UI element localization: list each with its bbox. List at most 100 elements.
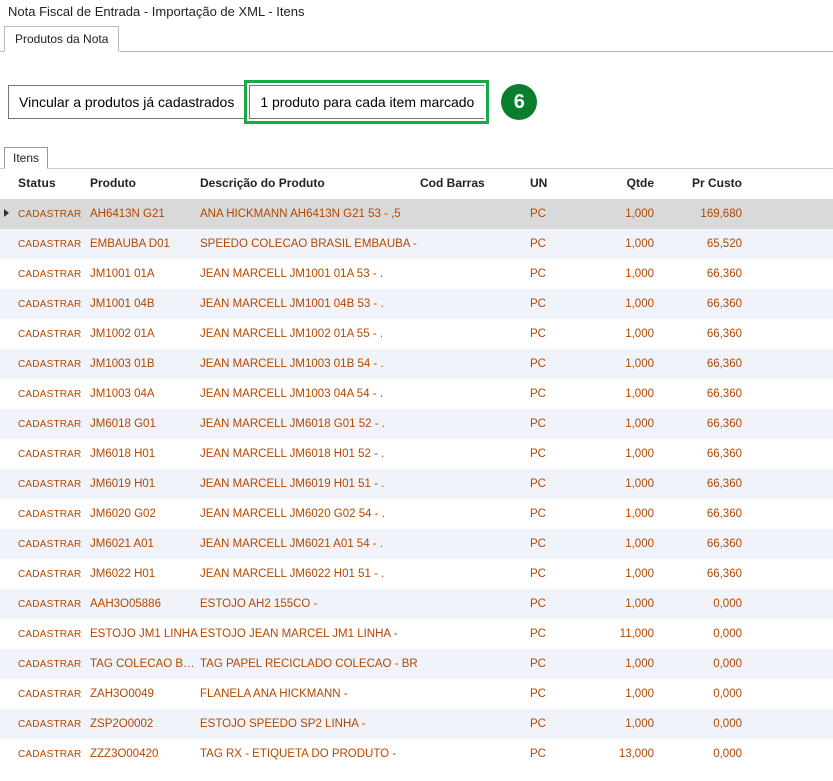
descricao-cell[interactable]: ESTOJO SPEEDO SP2 LINHA -: [200, 718, 420, 730]
table-row[interactable]: CADASTRARTAG COLECAO BRASTAG PAPEL RECIC…: [0, 649, 833, 679]
produto-cell[interactable]: JM6020 G02: [90, 508, 200, 520]
produto-cell[interactable]: EMBAUBA D01: [90, 238, 200, 250]
status-cell[interactable]: CADASTRAR: [18, 299, 90, 310]
qtde-cell: 1,000: [590, 418, 670, 430]
produto-cell[interactable]: JM6019 H01: [90, 478, 200, 490]
produto-cell[interactable]: ZSP2O0002: [90, 718, 200, 730]
produto-cell[interactable]: JM1003 04A: [90, 388, 200, 400]
col-header-qtde[interactable]: Qtde: [590, 176, 670, 190]
pr-custo-cell: 66,360: [670, 508, 750, 520]
col-header-produto[interactable]: Produto: [90, 176, 200, 190]
col-header-un[interactable]: UN: [530, 176, 590, 190]
un-cell: PC: [530, 718, 590, 730]
table-row[interactable]: CADASTRARAH6413N G21ANA HICKMANN AH6413N…: [0, 199, 833, 229]
produto-cell[interactable]: JM1001 04B: [90, 298, 200, 310]
status-cell[interactable]: CADASTRAR: [18, 599, 90, 610]
descricao-cell[interactable]: TAG RX - ETIQUETA DO PRODUTO -: [200, 748, 420, 760]
descricao-cell[interactable]: JEAN MARCELL JM1002 01A 55 - .: [200, 328, 420, 340]
un-cell: PC: [530, 628, 590, 640]
table-row[interactable]: CADASTRARJM6018 H01JEAN MARCELL JM6018 H…: [0, 439, 833, 469]
status-cell[interactable]: CADASTRAR: [18, 749, 90, 760]
produto-cell[interactable]: TAG COLECAO BRAS: [90, 658, 200, 670]
table-row[interactable]: CADASTRAREMBAUBA D01SPEEDO COLECAO BRASI…: [0, 229, 833, 259]
qtde-cell: 1,000: [590, 298, 670, 310]
status-cell[interactable]: CADASTRAR: [18, 209, 90, 220]
status-cell[interactable]: CADASTRAR: [18, 689, 90, 700]
descricao-cell[interactable]: ESTOJO AH2 155CO -: [200, 598, 420, 610]
col-header-status[interactable]: Status: [18, 176, 90, 190]
status-cell[interactable]: CADASTRAR: [18, 569, 90, 580]
descricao-cell[interactable]: FLANELA ANA HICKMANN -: [200, 688, 420, 700]
descricao-cell[interactable]: JEAN MARCELL JM6020 G02 54 - .: [200, 508, 420, 520]
status-cell[interactable]: CADASTRAR: [18, 449, 90, 460]
status-cell[interactable]: CADASTRAR: [18, 659, 90, 670]
table-row[interactable]: CADASTRARJM6020 G02JEAN MARCELL JM6020 G…: [0, 499, 833, 529]
produto-cell[interactable]: JM6021 A01: [90, 538, 200, 550]
produto-cell[interactable]: ZAH3O0049: [90, 688, 200, 700]
qtde-cell: 1,000: [590, 448, 670, 460]
un-cell: PC: [530, 508, 590, 520]
status-cell[interactable]: CADASTRAR: [18, 539, 90, 550]
descricao-cell[interactable]: JEAN MARCELL JM6018 G01 52 - .: [200, 418, 420, 430]
status-cell[interactable]: CADASTRAR: [18, 419, 90, 430]
produto-cell[interactable]: JM1003 01B: [90, 358, 200, 370]
table-row[interactable]: CADASTRARJM6019 H01JEAN MARCELL JM6019 H…: [0, 469, 833, 499]
status-cell[interactable]: CADASTRAR: [18, 479, 90, 490]
produto-cell[interactable]: JM1002 01A: [90, 328, 200, 340]
produto-cell[interactable]: JM6018 H01: [90, 448, 200, 460]
produto-cell[interactable]: JM6022 H01: [90, 568, 200, 580]
descricao-cell[interactable]: SPEEDO COLECAO BRASIL EMBAUBA -: [200, 238, 420, 250]
link-products-button[interactable]: Vincular a produtos já cadastrados: [8, 85, 244, 119]
descricao-cell[interactable]: TAG PAPEL RECICLADO COLECAO - BR: [200, 658, 420, 670]
qtde-cell: 1,000: [590, 508, 670, 520]
table-row[interactable]: CADASTRARJM6018 G01JEAN MARCELL JM6018 G…: [0, 409, 833, 439]
descricao-cell[interactable]: ESTOJO JEAN MARCEL JM1 LINHA -: [200, 628, 420, 640]
produto-cell[interactable]: JM6018 G01: [90, 418, 200, 430]
status-cell[interactable]: CADASTRAR: [18, 329, 90, 340]
col-header-descricao[interactable]: Descrição do Produto: [200, 176, 420, 190]
produto-cell[interactable]: AAH3O05886: [90, 598, 200, 610]
table-row[interactable]: CADASTRARZSP2O0002ESTOJO SPEEDO SP2 LINH…: [0, 709, 833, 739]
table-row[interactable]: CADASTRARJM1003 01BJEAN MARCELL JM1003 0…: [0, 349, 833, 379]
descricao-cell[interactable]: JEAN MARCELL JM1001 04B 53 - .: [200, 298, 420, 310]
status-cell[interactable]: CADASTRAR: [18, 629, 90, 640]
table-row[interactable]: CADASTRARJM6021 A01JEAN MARCELL JM6021 A…: [0, 529, 833, 559]
status-cell[interactable]: CADASTRAR: [18, 389, 90, 400]
status-cell[interactable]: CADASTRAR: [18, 239, 90, 250]
descricao-cell[interactable]: JEAN MARCELL JM6021 A01 54 - .: [200, 538, 420, 550]
produto-cell[interactable]: JM1001 01A: [90, 268, 200, 280]
table-row[interactable]: CADASTRARJM1001 04BJEAN MARCELL JM1001 0…: [0, 289, 833, 319]
descricao-cell[interactable]: JEAN MARCELL JM1003 04A 54 - .: [200, 388, 420, 400]
qtde-cell: 1,000: [590, 658, 670, 670]
table-row[interactable]: CADASTRARZAH3O0049FLANELA ANA HICKMANN -…: [0, 679, 833, 709]
pr-custo-cell: 66,360: [670, 478, 750, 490]
col-header-pr-custo[interactable]: Pr Custo: [670, 176, 750, 190]
status-cell[interactable]: CADASTRAR: [18, 269, 90, 280]
produto-cell[interactable]: ZZZ3O00420: [90, 748, 200, 760]
table-row[interactable]: CADASTRARJM1001 01AJEAN MARCELL JM1001 0…: [0, 259, 833, 289]
produto-cell[interactable]: AH6413N G21: [90, 208, 200, 220]
create-product-per-item-button[interactable]: 1 produto para cada item marcado: [249, 85, 484, 119]
descricao-cell[interactable]: JEAN MARCELL JM1001 01A 53 - .: [200, 268, 420, 280]
descricao-cell[interactable]: ANA HICKMANN AH6413N G21 53 - ,5: [200, 208, 420, 220]
descricao-cell[interactable]: JEAN MARCELL JM1003 01B 54 - .: [200, 358, 420, 370]
table-row[interactable]: CADASTRARZZZ3O00420TAG RX - ETIQUETA DO …: [0, 739, 833, 769]
qtde-cell: 11,000: [590, 628, 670, 640]
subtab-itens[interactable]: Itens: [4, 147, 48, 169]
col-header-cod-barras[interactable]: Cod Barras: [420, 176, 530, 190]
highlight-box: 1 produto para cada item marcado: [244, 80, 489, 124]
descricao-cell[interactable]: JEAN MARCELL JM6019 H01 51 - .: [200, 478, 420, 490]
table-row[interactable]: CADASTRARJM1002 01AJEAN MARCELL JM1002 0…: [0, 319, 833, 349]
table-row[interactable]: CADASTRARAAH3O05886ESTOJO AH2 155CO -PC1…: [0, 589, 833, 619]
produto-cell[interactable]: ESTOJO JM1 LINHA: [90, 628, 200, 640]
table-row[interactable]: CADASTRARJM1003 04AJEAN MARCELL JM1003 0…: [0, 379, 833, 409]
tab-produtos-da-nota[interactable]: Produtos da Nota: [4, 26, 119, 52]
descricao-cell[interactable]: JEAN MARCELL JM6018 H01 52 - .: [200, 448, 420, 460]
status-cell[interactable]: CADASTRAR: [18, 509, 90, 520]
descricao-cell[interactable]: JEAN MARCELL JM6022 H01 51 - .: [200, 568, 420, 580]
pr-custo-cell: 65,520: [670, 238, 750, 250]
table-row[interactable]: CADASTRARESTOJO JM1 LINHAESTOJO JEAN MAR…: [0, 619, 833, 649]
status-cell[interactable]: CADASTRAR: [18, 719, 90, 730]
status-cell[interactable]: CADASTRAR: [18, 359, 90, 370]
table-row[interactable]: CADASTRARJM6022 H01JEAN MARCELL JM6022 H…: [0, 559, 833, 589]
